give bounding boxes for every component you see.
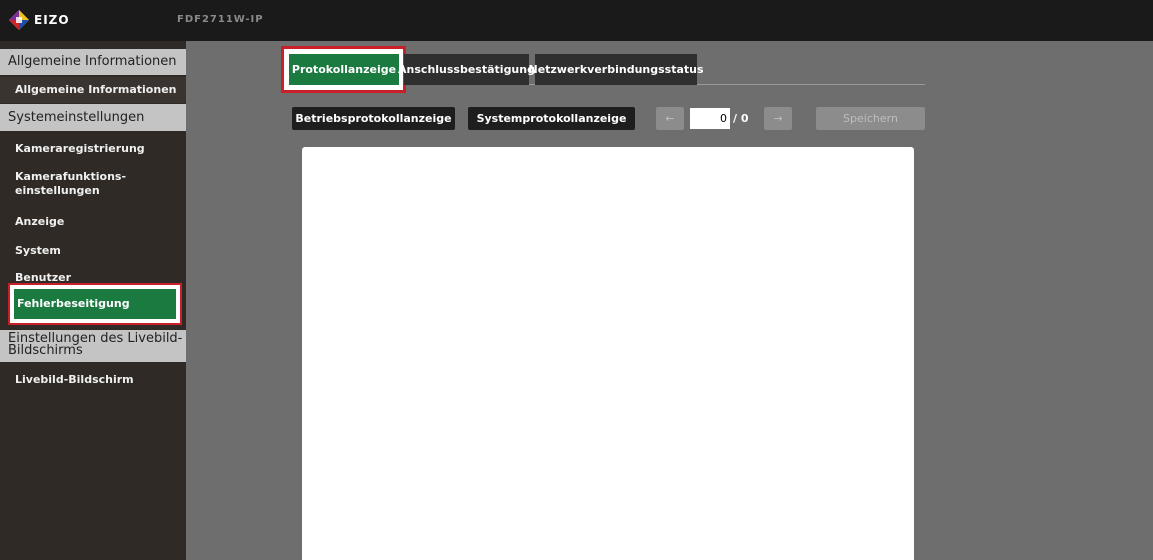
tab-network-status[interactable]: Netzwerkverbindungsstatus xyxy=(528,54,704,85)
sidebar-item-troubleshooting[interactable]: Fehlerbeseitigung xyxy=(14,289,176,319)
next-page-button[interactable]: → xyxy=(764,107,792,130)
sidebar: Allgemeine Informationen Allgemeine Info… xyxy=(0,41,186,560)
eizo-logo: EIZO xyxy=(8,9,70,31)
logo-text: EIZO xyxy=(34,13,70,27)
sidebar-item-display[interactable]: Anzeige xyxy=(0,215,186,229)
sidebar-item-camera-registration[interactable]: Kameraregistrierung xyxy=(0,142,186,156)
tab-connection-check[interactable]: Anschlussbestätigung xyxy=(398,54,535,85)
operation-log-button[interactable]: Betriebsprotokollanzeige xyxy=(292,107,455,130)
prev-page-button[interactable]: ← xyxy=(656,107,684,130)
sidebar-section-general-info[interactable]: Allgemeine Informationen xyxy=(0,49,186,75)
system-log-button[interactable]: Systemprotokollanzeige xyxy=(468,107,635,130)
eizo-logo-mark-icon xyxy=(9,10,29,30)
page-total: / 0 xyxy=(733,112,749,125)
app-window: EIZO FDF2711W-IP Allgemeine Informatione… xyxy=(0,0,1153,560)
log-display-area xyxy=(302,147,914,560)
sidebar-item-live-view-screen[interactable]: Livebild-Bildschirm xyxy=(0,373,186,387)
sidebar-section-live-view-settings[interactable]: Einstellungen des Livebild- Bildschirms xyxy=(0,330,186,362)
active-item-highlight: Fehlerbeseitigung xyxy=(8,283,182,325)
sidebar-item-camera-function-settings[interactable]: Kamerafunktions- einstellungen xyxy=(0,170,186,198)
sidebar-item-system[interactable]: System xyxy=(0,244,186,258)
sidebar-item-general-info[interactable]: Allgemeine Informationen xyxy=(0,77,186,103)
save-button[interactable]: Speichern xyxy=(816,107,925,130)
model-name: FDF2711W-IP xyxy=(177,14,264,25)
page-number-input[interactable] xyxy=(690,108,730,129)
top-bar: EIZO FDF2711W-IP xyxy=(0,0,1153,41)
sidebar-section-system-settings[interactable]: Systemeinstellungen xyxy=(0,104,186,131)
tab-log-display[interactable]: Protokollanzeige xyxy=(289,54,399,85)
